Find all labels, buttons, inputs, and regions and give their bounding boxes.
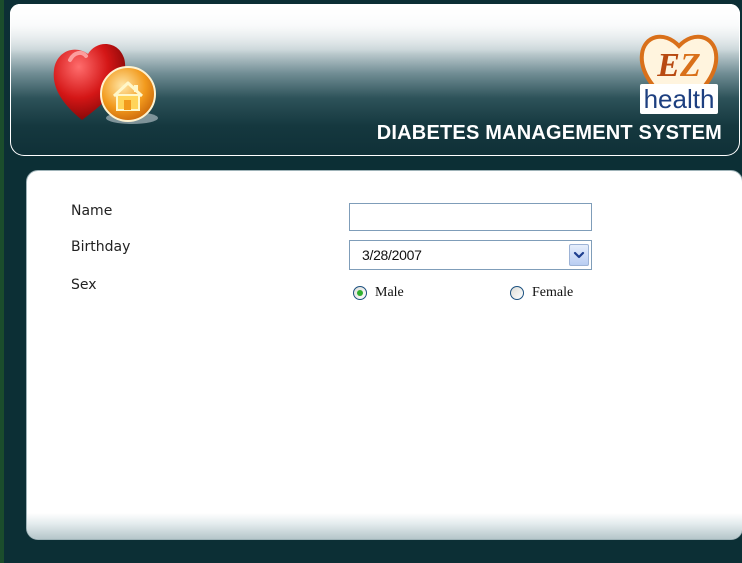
sex-male-radio[interactable] [353,286,367,300]
chevron-down-icon [573,251,585,259]
sex-male-option[interactable]: Male [353,285,404,301]
birthday-label: Birthday [71,239,131,255]
sex-female-label: Female [532,285,574,300]
patient-form-panel: Name Birthday 3/28/2007 Sex Male Female [26,170,742,540]
system-title: DIABETES MANAGEMENT SYSTEM [376,122,722,144]
sex-female-radio[interactable] [510,286,524,300]
svg-text:EZ: EZ [656,47,700,84]
birthday-value: 3/28/2007 [362,247,422,263]
sex-female-option[interactable]: Female [510,285,573,301]
svg-text:health: health [644,84,715,114]
ez-health-logo: EZ health [639,34,719,114]
birthday-dropdown-button[interactable] [569,244,589,266]
birthday-date-picker[interactable]: 3/28/2007 [349,240,592,270]
sex-male-label: Male [375,285,404,300]
name-label: Name [71,203,113,219]
home-heart-icon[interactable] [50,38,160,128]
name-input[interactable] [349,203,592,231]
app-window: EZ health DIABETES MANAGEMENT SYSTEM Nam… [0,0,742,563]
sex-label: Sex [71,277,97,293]
app-header: EZ health DIABETES MANAGEMENT SYSTEM [10,4,740,156]
panel-footer [27,513,742,539]
